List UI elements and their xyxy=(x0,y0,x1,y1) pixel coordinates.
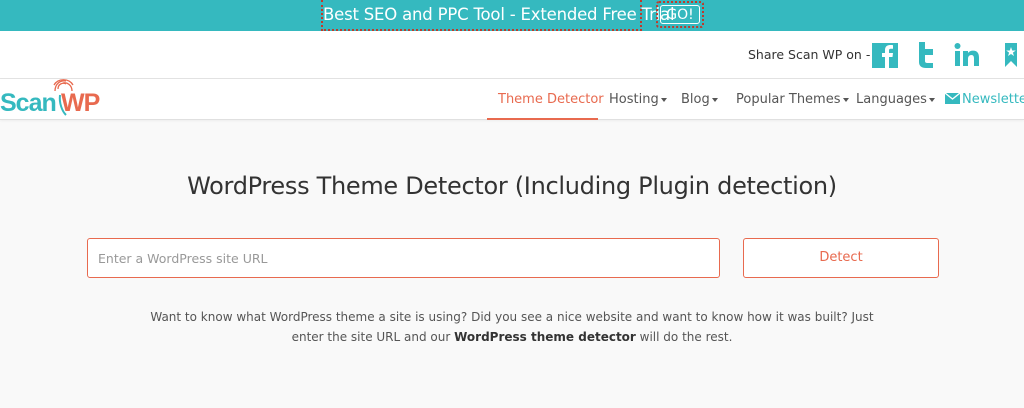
chevron-down-icon xyxy=(660,97,667,102)
promo-link[interactable]: Best SEO and PPC Tool - Extended Free Tr… xyxy=(321,0,675,31)
nav-newsletter[interactable]: Newsletter xyxy=(944,79,1024,120)
nav-languages[interactable]: Languages xyxy=(856,79,935,120)
linkedin-icon[interactable] xyxy=(954,38,982,72)
twitter-icon[interactable] xyxy=(914,38,936,72)
nav-popular-themes[interactable]: Popular Themes xyxy=(736,79,849,120)
promo-bar: Best SEO and PPC Tool - Extended Free Tr… xyxy=(0,0,1024,31)
chevron-down-icon xyxy=(928,97,935,102)
chevron-down-icon xyxy=(711,97,718,102)
nav-newsletter-label: Newsletter xyxy=(962,92,1024,107)
bookmark-icon[interactable] xyxy=(1002,38,1020,72)
logo-text-wp: WP xyxy=(61,89,100,117)
active-nav-indicator xyxy=(487,118,598,120)
promo-go-button[interactable]: GO! xyxy=(656,1,704,28)
description-text: Want to know what WordPress theme a site… xyxy=(150,307,874,347)
chevron-down-icon xyxy=(842,97,849,102)
promo-go-label: GO! xyxy=(660,5,700,24)
nav-popular-themes-label: Popular Themes xyxy=(736,92,841,107)
nav-blog-label: Blog xyxy=(681,92,710,107)
share-label: Share Scan WP on - xyxy=(748,47,871,62)
page-title: WordPress Theme Detector (Including Plug… xyxy=(187,172,837,200)
nav-blog[interactable]: Blog xyxy=(681,79,718,120)
nav-hosting-label: Hosting xyxy=(609,92,659,107)
scanwp-logo[interactable]: Scan WP xyxy=(0,79,110,120)
envelope-icon xyxy=(944,92,961,104)
nav-languages-label: Languages xyxy=(856,92,927,107)
description-bold: WordPress theme detector xyxy=(454,330,636,344)
facebook-icon[interactable] xyxy=(872,38,898,72)
nav-theme-detector-label: Theme Detector xyxy=(498,92,604,107)
nav-hosting[interactable]: Hosting xyxy=(609,79,667,120)
logo-text-scan: Scan xyxy=(0,89,56,117)
share-bar: Share Scan WP on - xyxy=(0,31,1024,79)
main-nav: Scan WP Theme Detector Hosting Blog Popu… xyxy=(0,79,1024,120)
nav-theme-detector[interactable]: Theme Detector xyxy=(498,79,604,120)
site-url-input[interactable] xyxy=(87,238,720,278)
description-part2: will do the rest. xyxy=(635,330,733,344)
detect-button[interactable]: Detect xyxy=(743,238,939,278)
